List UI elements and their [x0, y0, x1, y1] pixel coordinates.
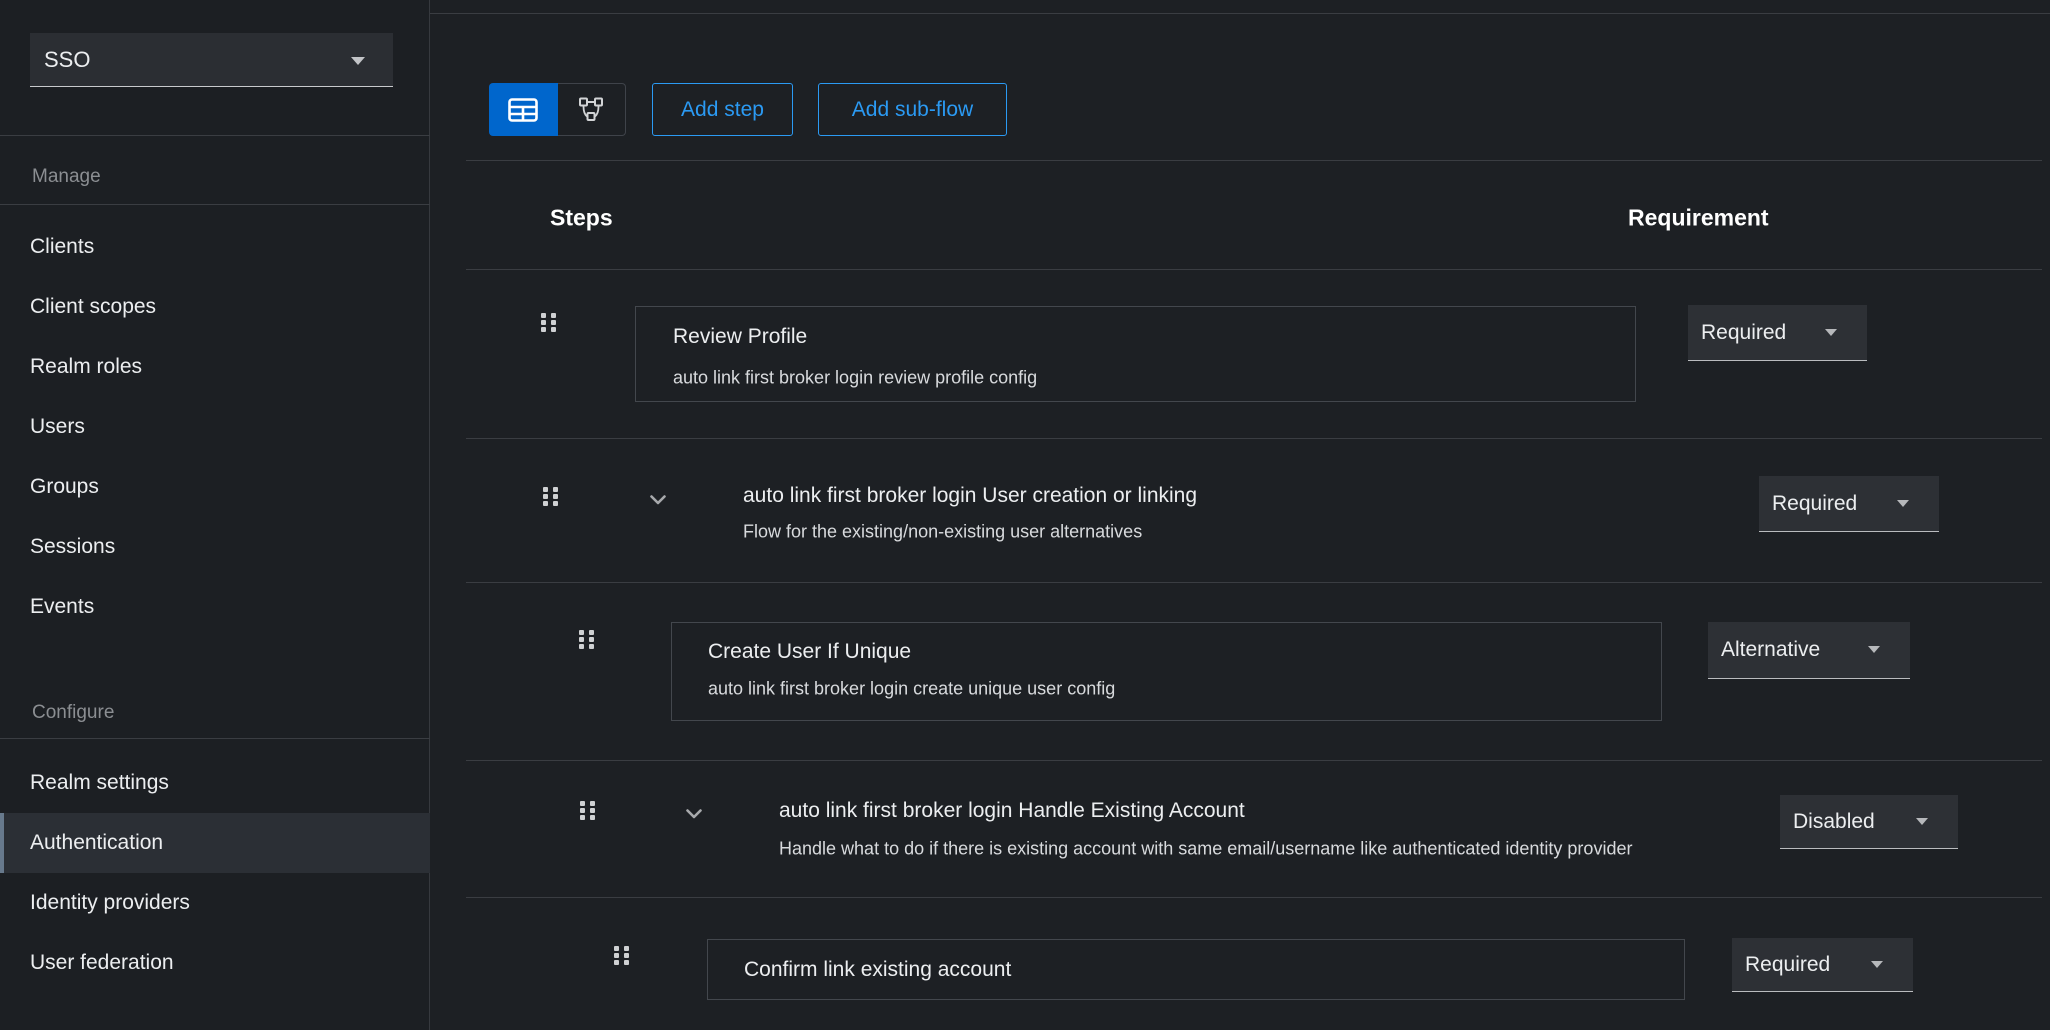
- subflow-subtitle: Flow for the existing/non-existing user …: [743, 522, 1142, 543]
- realm-name: SSO: [44, 47, 90, 73]
- sidebar-item-realm-roles[interactable]: Realm roles: [0, 337, 430, 397]
- requirement-select[interactable]: Alternative: [1708, 622, 1910, 679]
- column-header-steps: Steps: [550, 205, 613, 232]
- add-step-button[interactable]: Add step: [652, 83, 793, 136]
- requirement-value: Required: [1745, 953, 1830, 977]
- step-subtitle: auto link first broker login create uniq…: [708, 679, 1115, 700]
- divider: [430, 13, 2050, 14]
- divider: [466, 269, 2042, 270]
- grip-vertical-icon: [578, 629, 597, 650]
- divider: [466, 760, 2042, 761]
- requirement-value: Alternative: [1721, 638, 1820, 662]
- requirement-value: Required: [1772, 492, 1857, 516]
- sidebar-item-realm-settings[interactable]: Realm settings: [0, 753, 430, 813]
- add-subflow-button[interactable]: Add sub-flow: [818, 83, 1007, 136]
- sidebar-item-users[interactable]: Users: [0, 397, 430, 457]
- nav-section-manage: Manage: [32, 147, 101, 207]
- sidebar-item-authentication[interactable]: Authentication: [0, 813, 430, 873]
- sidebar-item-identity-providers[interactable]: Identity providers: [0, 873, 430, 933]
- sidebar-item-events[interactable]: Events: [0, 577, 430, 637]
- sidebar-nav: SSO Manage Clients Client scopes Realm r…: [0, 0, 430, 1030]
- requirement-select[interactable]: Disabled: [1780, 795, 1958, 849]
- nav-section-configure: Configure: [32, 683, 114, 743]
- grip-vertical-icon: [613, 945, 632, 966]
- divider: [0, 738, 430, 739]
- requirement-select[interactable]: Required: [1688, 305, 1867, 361]
- app-root: SSO Manage Clients Client scopes Realm r…: [0, 0, 2050, 1030]
- collapse-toggle[interactable]: [686, 806, 702, 824]
- step-title: Create User If Unique: [708, 640, 911, 664]
- subflow-title: auto link first broker login Handle Exis…: [779, 799, 1245, 823]
- column-header-requirement: Requirement: [1628, 205, 1769, 232]
- divider: [466, 897, 2042, 898]
- grip-vertical-icon: [579, 800, 598, 821]
- table-view-toggle[interactable]: [489, 83, 558, 136]
- grip-vertical-icon: [542, 486, 561, 507]
- caret-down-icon: [351, 57, 365, 65]
- sidebar-item-clients[interactable]: Clients: [0, 217, 430, 277]
- drag-handle[interactable]: [540, 312, 559, 338]
- realm-selector[interactable]: SSO: [30, 33, 393, 87]
- collapse-toggle[interactable]: [650, 492, 666, 510]
- caret-down-icon: [1825, 329, 1837, 336]
- requirement-select[interactable]: Required: [1732, 938, 1913, 992]
- divider: [466, 160, 2042, 161]
- caret-down-icon: [1916, 818, 1928, 825]
- requirement-value: Disabled: [1793, 810, 1875, 834]
- subflow-title: auto link first broker login User creati…: [743, 484, 1197, 508]
- view-toggle-group: [489, 83, 626, 136]
- sidebar-item-sessions[interactable]: Sessions: [0, 517, 430, 577]
- caret-down-icon: [1871, 961, 1883, 968]
- step-title: Review Profile: [673, 325, 807, 349]
- requirement-value: Required: [1701, 321, 1786, 345]
- table-view-icon: [508, 98, 538, 122]
- step-subtitle: auto link first broker login review prof…: [673, 368, 1037, 389]
- step-card[interactable]: Review Profile auto link first broker lo…: [635, 306, 1636, 402]
- sidebar-item-groups[interactable]: Groups: [0, 457, 430, 517]
- step-card[interactable]: Confirm link existing account: [707, 939, 1685, 1000]
- caret-down-icon: [1868, 646, 1880, 653]
- chevron-down-icon: [650, 495, 666, 505]
- divider: [0, 135, 430, 136]
- divider: [0, 204, 430, 205]
- diagram-view-toggle[interactable]: [558, 83, 627, 136]
- step-title: Confirm link existing account: [744, 958, 1011, 982]
- subflow-subtitle: Handle what to do if there is existing a…: [779, 839, 1632, 860]
- caret-down-icon: [1897, 500, 1909, 507]
- drag-handle[interactable]: [578, 629, 597, 655]
- sidebar-item-user-federation[interactable]: User federation: [0, 933, 430, 993]
- divider: [466, 582, 2042, 583]
- step-card[interactable]: Create User If Unique auto link first br…: [671, 622, 1662, 721]
- diagram-view-icon: [576, 97, 606, 123]
- drag-handle[interactable]: [613, 945, 632, 971]
- grip-vertical-icon: [540, 312, 559, 333]
- sidebar-item-client-scopes[interactable]: Client scopes: [0, 277, 430, 337]
- chevron-down-icon: [686, 809, 702, 819]
- requirement-select[interactable]: Required: [1759, 476, 1939, 532]
- drag-handle[interactable]: [542, 486, 561, 512]
- drag-handle[interactable]: [579, 800, 598, 826]
- divider: [466, 438, 2042, 439]
